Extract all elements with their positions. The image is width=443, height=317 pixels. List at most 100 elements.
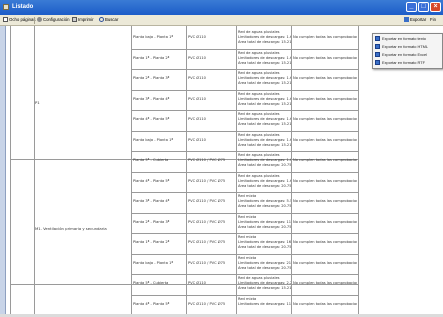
cell-network-detail: Limitadores de descargas: 21.90 xyxy=(238,260,291,265)
export-icon xyxy=(404,17,409,22)
toolbar-search-label: Buscar xyxy=(105,17,119,22)
cell-status: No cumplen todas las comprobaciones xyxy=(293,178,357,183)
cell-network-detail: Limitadores de descargas: 1.60 xyxy=(238,178,291,183)
cell-network-detail: Área total de descarga: 15.21 m2 xyxy=(238,122,291,126)
cell-section: Planta 5ª - Cubierta xyxy=(133,281,169,285)
minimize-button[interactable]: _ xyxy=(406,2,417,12)
row-separator-line xyxy=(131,48,358,50)
table-column-line xyxy=(34,26,35,317)
left-margin-bar xyxy=(0,26,6,317)
cell-network-detail: Limitadores de descargas: 11.00 xyxy=(238,301,291,306)
cell-network-detail: Área total de descarga: 15.21 m2 xyxy=(238,286,291,290)
row-separator-line xyxy=(131,233,358,234)
toolbar-pages-label: Ocho páginas xyxy=(9,17,36,22)
cell-network-detail: Red de aguas pluviales xyxy=(238,276,280,280)
toolbar-close-label: Fin xyxy=(430,17,436,22)
window-title: Listado xyxy=(12,4,34,10)
row-separator-line xyxy=(131,69,358,70)
row-separator-line xyxy=(131,212,358,214)
cell-section: Planta 5ª - Cubierta xyxy=(133,158,169,162)
cell-network-detail: Área total de descarga: 20.75 m2 xyxy=(238,245,291,249)
cell-network-detail: Área total de descarga: 15.21 m2 xyxy=(238,101,291,106)
menu-item-export-excel[interactable]: Exportar en formato Excel xyxy=(375,51,427,58)
cell-network-detail: Área total de descarga: 20.75 m2 xyxy=(238,183,291,188)
maximize-button[interactable]: □ xyxy=(418,2,429,12)
row-separator-line xyxy=(131,192,358,193)
menu-item-export-html[interactable]: Exportar en formato HTML xyxy=(375,43,428,50)
menu-item-export-text[interactable]: Exportar en formato texto xyxy=(375,35,426,42)
cell-status: No cumplen todas las comprobaciones xyxy=(293,96,357,101)
cell-network-detail: Limitadores de descargas: 5.50 xyxy=(238,199,291,203)
menu-item-label: Exportar en formato Excel xyxy=(382,52,427,57)
cell-network-detail: Limitadores de descargas: 1.60 xyxy=(238,158,291,162)
cell-network-detail: Red mixta xyxy=(238,194,257,198)
cell-network-detail: Área total de descarga: 15.21 m2 xyxy=(238,81,291,85)
cell-material: PVC Ø110 / PVC Ø75 xyxy=(188,301,226,306)
cell-network-detail: Red de aguas pluviales xyxy=(238,91,280,96)
cell-network-detail: Área total de descarga: 15.21 m2 xyxy=(238,142,291,147)
rtf-file-icon xyxy=(375,60,380,65)
settings-icon xyxy=(37,17,42,22)
cell-network-detail: Red de aguas pluviales xyxy=(238,71,280,75)
cell-status: No cumplen todas las comprobaciones xyxy=(293,199,357,203)
text-file-icon xyxy=(375,36,380,41)
cell-network-detail: Limitadores de descargas: 1.60 xyxy=(238,96,291,101)
toolbar-close-button[interactable]: Fin xyxy=(430,17,436,22)
cell-section: Planta baja - Planta 1ª xyxy=(133,137,174,142)
cell-section: Planta 3ª - Planta 4ª xyxy=(133,199,170,203)
cell-material: PVC Ø110 / PVC Ø75 xyxy=(188,260,226,265)
toolbar-print-button[interactable]: Imprimir xyxy=(72,17,94,22)
cell-section: Planta 2ª - Planta 3ª xyxy=(133,219,170,224)
cell-network-detail: Red mixta xyxy=(238,214,257,219)
toolbar-config-button[interactable]: Configuración xyxy=(37,17,70,22)
toolbar-separator xyxy=(34,17,35,24)
cell-section: Planta 2ª - Planta 3ª xyxy=(133,76,170,80)
cell-status: No cumplen todas las comprobaciones xyxy=(293,281,357,285)
cell-section: Planta 1ª - Planta 2ª xyxy=(133,240,170,244)
cell-network-detail: Limitadores de descargas: 1.60 xyxy=(238,117,291,121)
cell-section: Planta baja - Planta 1ª xyxy=(133,260,174,265)
cell-network-detail: Red de aguas pluviales xyxy=(238,173,280,178)
cell-status: No cumplen todas las comprobaciones xyxy=(293,240,357,244)
cell-material: PVC Ø110 xyxy=(188,55,206,60)
title-bar: Listado _ □ × xyxy=(0,0,443,15)
toolbar-pages-button[interactable]: Ocho páginas xyxy=(3,17,36,22)
row-separator-line xyxy=(131,110,358,111)
toolbar-export-button[interactable]: Exportar xyxy=(404,17,426,22)
cell-status: No cumplen todas las comprobaciones xyxy=(293,301,357,306)
report-content[interactable]: Planta baja - Planta 1ª PVC Ø110 Red de ag… xyxy=(0,26,443,317)
cell-material: PVC Ø110 / PVC Ø75 xyxy=(188,219,226,224)
close-window-button[interactable]: × xyxy=(430,2,441,12)
row-separator-line xyxy=(131,130,358,132)
menu-item-label: Exportar en formato RTF xyxy=(382,60,425,65)
row-separator-line xyxy=(131,171,358,173)
toolbar-export-label: Exportar xyxy=(410,17,427,22)
cell-material: PVC Ø110 / PVC Ø75 xyxy=(188,158,226,162)
cell-network-detail: Área total de descarga: 20.75 m2 xyxy=(238,265,291,270)
cell-network-detail: Limitadores de descargas: 1.60 xyxy=(238,137,291,142)
cell-network-detail: Limitadores de descargas: 2.20 xyxy=(238,281,291,285)
cell-network-detail: Área total de descarga: 15.21 m2 xyxy=(238,40,291,44)
page-icon xyxy=(3,17,8,22)
group-label-ventilation: M1. Ventilación primaria y secundaria xyxy=(35,226,107,231)
cell-material: PVC Ø110 / PVC Ø75 xyxy=(188,178,226,183)
printer-icon xyxy=(72,17,77,22)
cell-status: No cumplen todas las comprobaciones xyxy=(293,137,357,142)
cell-status: No cumplen todas las comprobaciones xyxy=(293,35,357,39)
group-label-p1: P1 xyxy=(35,100,40,105)
cell-status: No cumplen todas las comprobaciones xyxy=(293,117,357,121)
cell-material: PVC Ø110 / PVC Ø75 xyxy=(188,240,226,244)
toolbar-config-label: Configuración xyxy=(43,17,70,22)
row-separator-line xyxy=(131,253,358,255)
cell-material: PVC Ø110 xyxy=(188,281,206,285)
cell-network-detail: Limitadores de descargas: 1.60 xyxy=(238,76,291,80)
row-separator-line xyxy=(131,274,358,275)
cell-status: No cumplen todas las comprobaciones xyxy=(293,76,357,80)
table-column-line xyxy=(358,26,359,317)
cell-section: Planta 1ª - Planta 2ª xyxy=(133,55,170,60)
toolbar-search-button[interactable]: Buscar xyxy=(99,17,118,22)
app-icon xyxy=(3,4,9,10)
toolbar-print-label: Imprimir xyxy=(78,17,94,22)
cell-status: No cumplen todas las comprobaciones xyxy=(293,158,357,162)
menu-item-export-rtf[interactable]: Exportar en formato RTF xyxy=(375,59,425,66)
